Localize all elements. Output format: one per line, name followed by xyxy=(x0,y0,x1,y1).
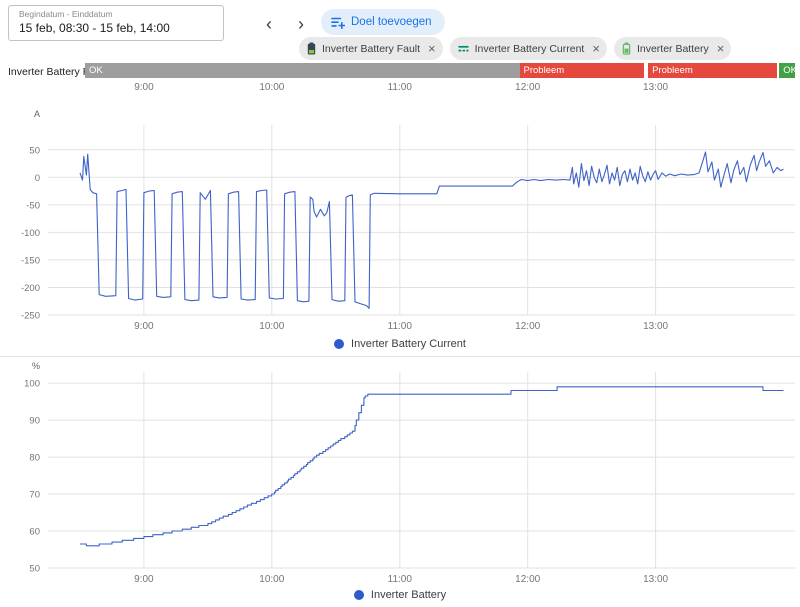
x-tick-label: 9:00 xyxy=(134,321,154,332)
chip-inverter-battery-fault[interactable]: Inverter Battery Fault × xyxy=(299,37,443,60)
inverter-battery-current-chart: 50 0 -50 -100 -150 -200 -250 9:00 10:00 11:00 12:0… xyxy=(21,109,795,332)
date-range-label: Begindatum - Einddatum xyxy=(19,9,113,19)
x-tick-label: 13:00 xyxy=(643,574,668,585)
y-tick-label: 100 xyxy=(24,379,40,390)
series-chip-list: Inverter Battery Fault × Inverter Batter… xyxy=(299,37,732,60)
current-chart-legend: Inverter Battery Current xyxy=(0,338,800,350)
x-tick-label: 12:00 xyxy=(515,321,540,332)
add-goal-icon xyxy=(331,16,345,29)
y-axis-unit-label: A xyxy=(34,109,40,119)
y-axis-unit-label: % xyxy=(32,361,40,371)
battery-fault-icon xyxy=(306,42,317,55)
time-tick-label: 9:00 xyxy=(134,82,154,93)
chip-close-icon[interactable]: × xyxy=(592,42,600,55)
y-tick-label: 60 xyxy=(29,527,40,538)
chip-label: Inverter Battery Current xyxy=(474,42,585,55)
status-segment-ok: OK xyxy=(85,63,520,78)
time-tick-label: 10:00 xyxy=(259,82,285,93)
add-goal-button[interactable]: Doel toevoegen xyxy=(321,9,445,35)
legend-dot-icon xyxy=(334,339,345,349)
x-tick-label: 12:00 xyxy=(515,574,540,585)
time-tick-label: 13:00 xyxy=(643,82,669,93)
y-tick-label: -100 xyxy=(21,228,40,239)
next-period-button[interactable]: › xyxy=(288,11,314,37)
battery-current-icon xyxy=(457,42,470,55)
legend-label: Inverter Battery Current xyxy=(351,338,466,350)
x-tick-label: 11:00 xyxy=(388,321,413,332)
status-time-axis: 9:00 10:00 11:00 12:00 13:00 xyxy=(0,82,800,95)
y-tick-label: -200 xyxy=(21,283,40,294)
legend-label: Inverter Battery xyxy=(370,589,447,601)
x-tick-label: 13:00 xyxy=(643,321,668,332)
y-tick-label: 50 xyxy=(29,145,40,156)
y-tick-label: 90 xyxy=(29,416,40,427)
inverter-battery-chart: 100 90 80 70 60 50 9:00 10:00 11:00 12:00 13:00% xyxy=(24,361,795,585)
x-tick-label: 10:00 xyxy=(259,321,284,332)
y-tick-label: 70 xyxy=(29,490,40,501)
date-range-picker[interactable]: Begindatum - Einddatum 15 feb, 08:30 - 1… xyxy=(8,5,224,41)
x-tick-label: 10:00 xyxy=(259,574,284,585)
y-tick-label: -250 xyxy=(21,311,40,322)
x-tick-label: 9:00 xyxy=(134,574,154,585)
chip-close-icon[interactable]: × xyxy=(428,42,436,55)
status-segment-probleem: Probleem xyxy=(648,63,777,78)
chip-label: Inverter Battery Fault xyxy=(322,42,421,55)
chip-label: Inverter Battery xyxy=(636,42,709,55)
status-segment-probleem: Probleem xyxy=(519,63,644,78)
time-tick-label: 12:00 xyxy=(515,82,541,93)
battery-icon xyxy=(621,42,632,55)
add-goal-label: Doel toevoegen xyxy=(351,16,432,28)
time-tick-label: 11:00 xyxy=(387,82,412,93)
inverter-battery-current-series-line xyxy=(79,151,784,309)
status-segment-ok: OK xyxy=(779,63,795,78)
section-divider xyxy=(0,356,800,357)
date-range-value: 15 feb, 08:30 - 15 feb, 14:00 xyxy=(19,21,170,35)
y-tick-label: 50 xyxy=(29,564,40,575)
y-tick-label: 0 xyxy=(35,173,40,184)
status-timeline-bar: OK Probleem Probleem OK xyxy=(85,63,795,78)
y-tick-label: -50 xyxy=(26,200,40,211)
battery-chart-legend: Inverter Battery xyxy=(0,589,800,601)
y-tick-label: -150 xyxy=(21,255,40,266)
previous-period-button[interactable]: ‹ xyxy=(256,11,282,37)
y-tick-label: 80 xyxy=(29,453,40,464)
inverter-battery-series-line xyxy=(80,386,784,547)
chip-inverter-battery-current[interactable]: Inverter Battery Current × xyxy=(449,37,607,60)
x-tick-label: 11:00 xyxy=(388,574,413,585)
chip-inverter-battery[interactable]: Inverter Battery × xyxy=(613,37,732,60)
chip-close-icon[interactable]: × xyxy=(717,42,725,55)
legend-dot-icon xyxy=(353,590,364,600)
